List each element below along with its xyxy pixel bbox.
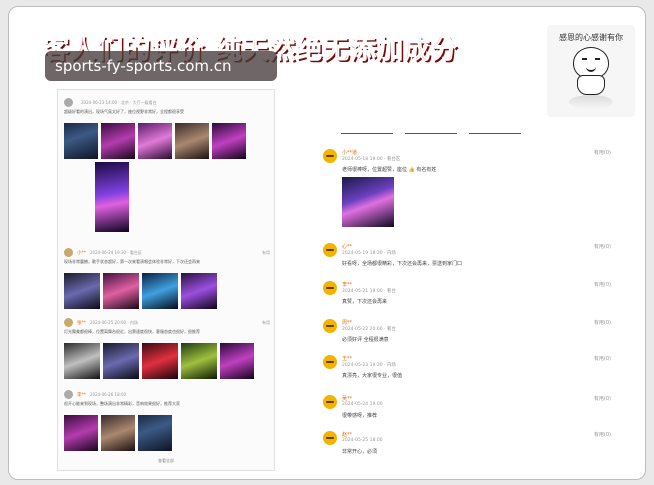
reviewer-emoji-icon: [323, 319, 337, 333]
review-item: 王** 2024-05-23 19:30 · 内场 有用(0) 真漂亮，大家很专…: [323, 355, 611, 379]
review-text: 真漂亮，大家很专业，很值: [342, 373, 403, 379]
reviewer-emoji-icon: [323, 355, 337, 369]
concert-photo[interactable]: [103, 343, 139, 379]
reviewer-emoji-icon: [323, 395, 337, 409]
concert-photo[interactable]: [181, 273, 217, 309]
concert-photo[interactable]: [103, 273, 139, 309]
concert-photo[interactable]: [101, 415, 135, 451]
helpful-button[interactable]: 有用(0): [594, 395, 611, 402]
left-post: 2024-06-23 14:00 · 北京 · 大厅一级看台 超级好看的演出，现…: [64, 98, 270, 232]
post-text: 现场非常震撼，歌手状态超好，第一次来看演唱会体验非常好，下次还会再来: [64, 259, 200, 264]
post-photos: [64, 343, 270, 379]
concert-photo[interactable]: [64, 415, 98, 451]
sticker-caption: 感恩的心感谢有你: [559, 33, 623, 42]
reviewer-emoji-icon: [323, 243, 337, 257]
tab-underline[interactable]: [341, 133, 393, 134]
helpful-button[interactable]: 有用(0): [594, 355, 611, 362]
helpful-button[interactable]: 有用(0): [594, 243, 611, 250]
review-item: 赵** 2024-05-25 18:00 有用(0) 非常开心，必须: [323, 431, 611, 455]
concert-photo[interactable]: [175, 123, 209, 159]
screenshot-frame: 客人们的评价 纯天然绝无添加成分 sports-fy-sports.com.cn…: [8, 6, 646, 480]
review-text: 很带感呀，推荐: [342, 413, 378, 419]
avatar: [64, 318, 73, 327]
review-text: 非常开心，必须: [342, 449, 378, 455]
left-post: 李** 2024-06-26 18:00 很开心能来到现场，整场演出非常精彩，音…: [64, 390, 270, 451]
helpful-button[interactable]: 有用(0): [594, 431, 611, 438]
concert-photo[interactable]: [138, 123, 172, 159]
review-item: 心** 2024-05-19 18:30 · 内场 有用(0) 好看呀，全场都很…: [323, 243, 611, 267]
avatar: [64, 248, 73, 257]
concert-photo[interactable]: [64, 273, 100, 309]
reviewer-emoji-icon: [323, 281, 337, 295]
concert-photo[interactable]: [101, 123, 135, 159]
tab-underline[interactable]: [469, 133, 521, 134]
post-text: 灯光舞美都很棒，位置离舞台很近，出票速度很快，客服态度也很好，很推荐: [64, 329, 200, 334]
review-text: 必须好评 全程很满意: [342, 337, 389, 343]
thanks-sticker: 感恩的心感谢有你: [547, 25, 635, 117]
helpful-button[interactable]: 有用(0): [594, 319, 611, 326]
concert-photo[interactable]: [64, 343, 100, 379]
post-photos: [64, 123, 270, 159]
concert-photo[interactable]: [64, 123, 98, 159]
helpful-button[interactable]: 有用(0): [594, 149, 611, 156]
reviewer-emoji-icon: [323, 149, 337, 163]
watermark-url: sports-fy-sports.com.cn: [45, 51, 277, 81]
avatar: [64, 390, 73, 399]
review-text: 好看呀，全场都很精彩，下次还会再来，票送到家门口: [342, 261, 463, 267]
review-item: 周** 2024-05-22 20:00 · 看台 有用(0) 必须好评 全程很…: [323, 319, 611, 343]
left-review-screenshot: 2024-06-23 14:00 · 北京 · 大厅一级看台 超级好看的演出，现…: [57, 89, 275, 471]
concert-photo[interactable]: [138, 415, 172, 451]
review-item: 小**道 2024-05-18 19:00 · 看台区 有用(0) 老师很棒呀，…: [323, 149, 611, 227]
sticker-hands-icon: [577, 75, 605, 95]
post-photos: [64, 273, 270, 309]
left-post: 张** 2024-06-25 20:00 · 内场 有用 灯光舞美都很棒，位置离…: [64, 318, 270, 379]
concert-photo[interactable]: [95, 162, 129, 232]
avatar: [64, 98, 73, 107]
concert-photo[interactable]: [142, 273, 178, 309]
tab-underline[interactable]: [405, 133, 457, 134]
helpful-button[interactable]: 有用(0): [594, 281, 611, 288]
concert-photo[interactable]: [181, 343, 217, 379]
concert-photo[interactable]: [220, 343, 254, 379]
review-tabs: [341, 133, 521, 134]
concert-photo[interactable]: [142, 343, 178, 379]
review-text: 真赞，下次还会再来: [342, 299, 388, 305]
review-item: 吴** 2024-05-24 19:00 有用(0) 很带感呀，推荐: [323, 395, 611, 419]
post-text: 超级好看的演出，现场气氛太好了，座位视野非常好，全程都很享受: [64, 109, 184, 114]
review-item: 李** 2024-05-21 19:00 · 看台 有用(0) 真赞，下次还会再…: [323, 281, 611, 305]
post-text: 很开心能来到现场，整场演出非常精彩，音响效果很好，推荐大家: [64, 401, 180, 406]
concert-photo[interactable]: [212, 123, 246, 159]
left-post: 小** 2024-06-24 19:30 · 看台区 有用 现场非常震撼，歌手状…: [64, 248, 270, 309]
reviewer-emoji-icon: [323, 431, 337, 445]
review-text: 老师很棒呀，位置超赞，座位 👍 有名有姓: [342, 167, 437, 173]
review-photo[interactable]: [342, 177, 394, 227]
right-review-screenshot: 小**道 2024-05-18 19:00 · 看台区 有用(0) 老师很棒呀，…: [311, 133, 611, 471]
post-photos: [64, 415, 270, 451]
view-all-link[interactable]: 查看全部: [58, 458, 274, 464]
